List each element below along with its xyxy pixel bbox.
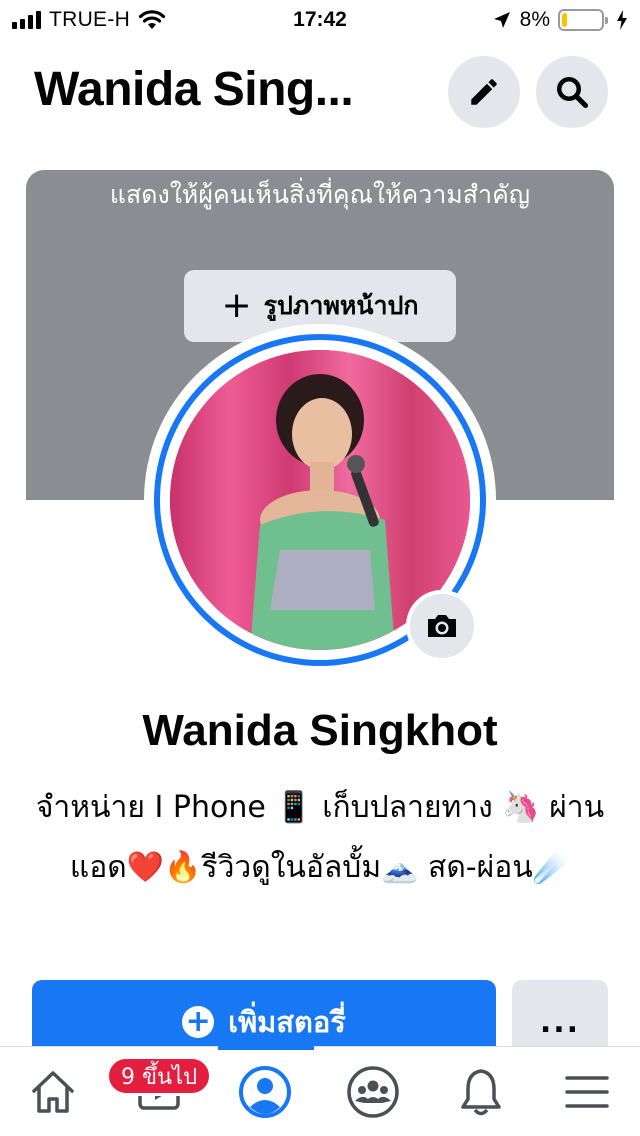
add-story-label: เพิ่มสตอรี่ (228, 1005, 346, 1039)
tab-home[interactable] (0, 1047, 106, 1136)
profile-icon (239, 1066, 291, 1118)
carrier-name: TRUE-H (49, 8, 131, 31)
notifications-icon (461, 1069, 501, 1116)
profile-name: Wanida Singkhot (142, 706, 498, 755)
charging-bolt-icon (617, 10, 627, 30)
plus-icon: + (221, 285, 252, 326)
search-icon (557, 77, 589, 109)
menu-icon (565, 1076, 609, 1108)
search-button[interactable] (536, 56, 608, 128)
pencil-icon (471, 79, 497, 105)
cover-prompt: แสดงให้ผู้คนเห็นสิ่งที่คุณให้ความสำคัญ (109, 180, 531, 209)
cover-button-label: รูปภาพหน้าปก (263, 291, 419, 320)
battery-level (562, 13, 567, 27)
battery-icon (558, 9, 608, 31)
home-icon (32, 1071, 74, 1113)
profile-bio: จำหน่าย I Phone 📱 เก็บปลายทาง 🦄 ผ่านแอด❤… (35, 790, 605, 885)
tab-groups[interactable] (320, 1047, 426, 1136)
notification-badge: 9 ขึ้นไป (106, 1056, 213, 1096)
page-title: Wanida Sing... (34, 63, 354, 116)
profile-header: Wanida Sing... (0, 52, 640, 132)
more-label: ... (539, 1004, 581, 1040)
tab-menu[interactable] (534, 1047, 640, 1136)
change-profile-photo-button[interactable] (406, 590, 478, 662)
signal-bars-icon (12, 11, 41, 29)
edit-profile-button[interactable] (448, 56, 520, 128)
battery-percent: 8% (519, 8, 550, 31)
tab-notifications[interactable] (428, 1047, 534, 1136)
wifi-icon (139, 10, 166, 29)
bottom-tab-bar (0, 1046, 640, 1136)
location-arrow-icon (493, 12, 510, 28)
tab-profile[interactable] (212, 1047, 318, 1136)
groups-icon (347, 1066, 399, 1118)
camera-icon (428, 615, 456, 637)
status-right: 8% (492, 8, 628, 32)
status-left: TRUE-H (12, 8, 166, 32)
status-bar: TRUE-H 17:42 8% (0, 0, 640, 40)
plus-circle-icon: + (182, 1006, 215, 1038)
